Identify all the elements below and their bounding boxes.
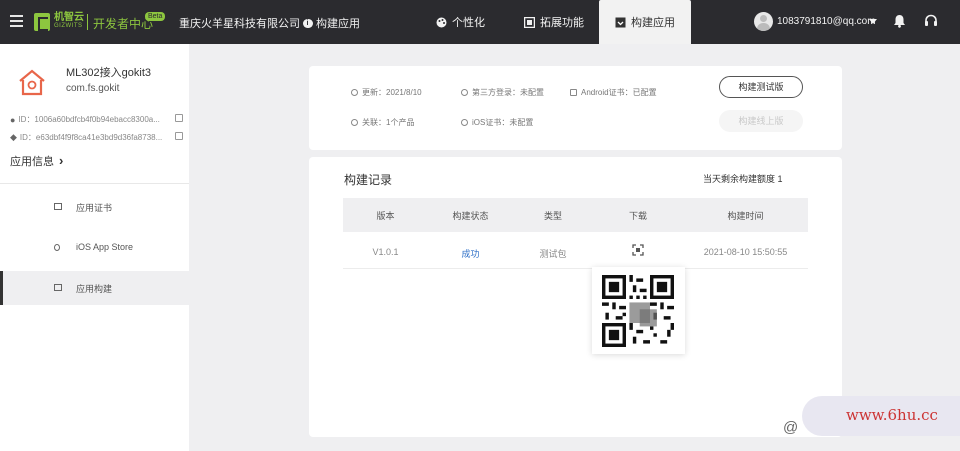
app-package: com.fs.gokit [66,83,120,94]
cell-build-status: 成功 [461,249,480,259]
build-quota: 当天剩余构建额度 1 [703,174,783,184]
ios-id: ID：1006a60bdfcb4f0b94ebacc8300a... [18,115,160,124]
third-party-login-text: 第三方登录：未配置 [472,88,544,97]
watermark-at-sign: @ [783,419,799,436]
company-selector[interactable]: 重庆火羊星科技有限公司 i [179,15,313,31]
tab-build-app-label: 构建应用 [631,17,675,29]
user-avatar[interactable] [754,12,773,31]
logo-text-cn: 机智云 [54,12,84,23]
update-date-text: 更新：2021/8/10 [362,88,422,97]
build-test-button[interactable]: 构建测试版 [719,76,803,98]
extension-icon [524,16,535,28]
gizwits-logo-mark [34,13,50,31]
ios-id-row: ● ID：1006a60bdfcb4f0b94ebacc8300a... [10,114,185,125]
user-email[interactable]: 1083791810@qq.com [777,16,876,27]
column-version: 版本 [376,211,395,221]
sidebar-divider [0,183,189,184]
sidebar-item-ios-app-store[interactable]: iOS App Store [0,231,189,265]
android-id: ID：e63dbf4f9f8ca41e3bd9d36fa8738... [19,133,163,142]
column-build-time: 构建时间 [727,211,764,221]
watermark-text: www.6hu.cc [846,406,938,424]
logo-divider [87,14,88,30]
top-nav-bar: 机智云 GIZWITS 开发者中心 Beta 重庆火羊星科技有限公司 i i 构… [0,0,960,44]
menu-icon[interactable] [10,15,23,27]
logo-text-en: GIZWITS [54,23,83,29]
sidebar-item-app-certificate[interactable]: 应用证书 [0,190,189,224]
headset-icon[interactable] [924,14,938,28]
link-icon [351,119,358,126]
android-cert: Android证书：已配置 [570,87,657,98]
apple-icon [461,119,468,126]
dev-center-label[interactable]: 开发者中心 [93,15,153,32]
column-download: 下载 [628,211,647,221]
qr-code-image [602,275,674,347]
cell-build-time: 2021-08-10 15:50:55 [703,247,788,257]
tab-extensions-label: 拓展功能 [540,17,584,29]
bell-icon[interactable] [893,14,906,28]
certificate-icon [54,203,62,210]
app-name: ML302接入gokit3 [66,67,151,79]
build-icon [615,17,626,27]
update-date: 更新：2021/8/10 [351,87,422,98]
build-release-button[interactable]: 构建线上版 [719,110,803,132]
linked-products: 关联：1个产品 [351,117,414,128]
tab-personalize[interactable]: 个性化 [436,0,485,44]
company-name: 重庆火羊星科技有限公司 [179,18,300,30]
tab-build-app[interactable]: 构建应用 [599,0,691,44]
android-icon [570,89,577,96]
ios-cert-text: iOS证书：未配置 [472,118,534,127]
app-selector[interactable]: i 构建应用 [303,15,360,31]
sidebar: ML302接入gokit3 com.fs.gokit ● ID：1006a60b… [0,44,189,451]
build-records-title: 构建记录 [344,173,393,187]
apple-icon [54,244,60,251]
chevron-down-icon[interactable] [869,19,877,24]
column-type: 类型 [543,211,562,221]
table-row-divider [343,268,808,269]
clock-icon [351,89,358,96]
cell-version: V1.0.1 [372,247,399,257]
beta-badge: Beta [145,12,166,21]
qr-code-popup [592,267,685,354]
tab-extensions[interactable]: 拓展功能 [524,0,584,44]
copy-icon[interactable] [175,114,183,122]
palette-icon [436,17,447,27]
third-party-login: 第三方登录：未配置 [461,87,544,98]
linked-products-text: 关联：1个产品 [362,118,415,127]
build-icon [54,284,62,291]
info-icon: i [303,18,312,28]
column-build-status: 构建状态 [452,211,489,221]
app-crumb-label: 构建应用 [316,18,360,30]
apple-icon: ● [10,114,16,125]
gizwits-logo[interactable]: 机智云 GIZWITS [34,12,84,32]
app-house-icon [19,69,45,96]
cell-type: 测试包 [539,249,567,259]
sidebar-item-label: iOS App Store [76,242,134,252]
user-icon [461,89,468,96]
android-cert-text: Android证书：已配置 [581,88,657,97]
copy-icon[interactable] [175,132,183,140]
qr-download-icon[interactable] [632,244,644,256]
android-id-row: ◆ ID：e63dbf4f9f8ca41e3bd9d36fa8738... [10,132,185,143]
app-info-link[interactable]: 应用信息 [10,153,63,169]
android-icon: ◆ [10,132,17,142]
sidebar-item-app-build[interactable]: 应用构建 [0,271,189,305]
ios-cert: iOS证书：未配置 [461,117,533,128]
tab-personalize-label: 个性化 [452,17,485,29]
sidebar-item-label: 应用构建 [76,284,113,294]
sidebar-item-label: 应用证书 [76,203,113,213]
